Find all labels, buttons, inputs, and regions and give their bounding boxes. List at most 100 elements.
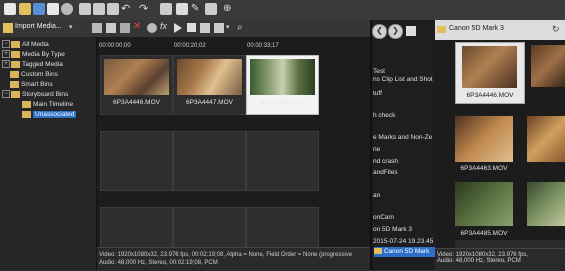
explorer-tree: Test ns Clip List and Shot tuff h check … [370,20,438,270]
save-icon[interactable] [33,3,45,15]
forward-button[interactable]: ❯ [388,24,403,39]
explorer-item[interactable]: onCam [373,214,437,221]
back-button[interactable]: ❮ [372,24,387,39]
explorer-item[interactable]: on 5D Mark 3 [373,226,437,233]
media-clip-selected[interactable]: 6P3A4463.MOV [246,55,319,115]
tree-item-label: Media By Type [22,51,65,58]
open-folder-icon[interactable] [19,3,31,15]
file-thumbnail[interactable] [527,116,565,162]
explorer-item[interactable]: andFiles [373,169,437,176]
stop-icon[interactable] [187,23,196,32]
up-folder-icon[interactable] [406,26,416,36]
play-icon[interactable] [174,23,182,33]
folder-icon [11,40,20,48]
folder-icon [437,26,446,33]
tree-item-smart-bins[interactable]: Smart Bins [10,80,53,90]
media-fx-icon[interactable]: fx [160,21,167,31]
tree-item-storyboard-bins[interactable]: − Storyboard Bins [2,90,68,100]
paste-icon[interactable] [107,3,119,15]
explorer-item-label: Canon 5D Mark [383,248,430,255]
views-dropdown-icon[interactable]: ▾ [226,23,230,31]
explorer-item[interactable]: e Marks and Non-Ze [373,134,437,141]
tree-item-unassociated[interactable]: Unassociated [22,110,77,120]
expand-icon[interactable]: + [2,50,10,59]
file-thumbnail[interactable] [531,45,565,87]
views-icon[interactable] [214,23,224,33]
remove-icon[interactable]: ✕ [133,21,141,32]
folder-icon [11,50,20,58]
import-media-button[interactable]: Import Media... [15,23,62,30]
timecode: 00:00:20;02 [174,43,206,49]
undo-icon[interactable]: ↶ [121,3,133,15]
tree-item-custom-bins[interactable]: Custom Bins [10,70,58,80]
explorer-item[interactable]: 2015-07-24 19.23.45 [373,238,437,245]
tree-item-main-timeline[interactable]: Main Timeline [22,100,73,110]
get-media-icon[interactable] [106,23,116,33]
settings-gear-icon[interactable] [61,3,73,15]
empty-slot[interactable] [246,131,319,191]
empty-slot[interactable] [173,131,246,191]
properties-icon[interactable] [147,23,157,33]
tree-item-all-media[interactable]: − All Media [2,40,49,50]
path-bar: Canon 5D Mark 3 ↻ [435,20,565,40]
explorer-item-selected[interactable]: Canon 5D Mark [374,247,438,257]
media-status-bar: Video: 1920x1080x32, 23.976 fps, 00:02:1… [97,247,370,271]
empty-slot[interactable] [100,131,173,191]
capture-icon[interactable] [92,23,102,33]
empty-slot[interactable] [173,207,246,249]
project-media-toolbar: Import Media... ▾ ✕ fx ▾ ⌕ [0,20,370,38]
explorer-item[interactable]: an [373,192,437,199]
burn-icon[interactable] [120,23,130,33]
storyboard-icon [22,110,31,118]
explorer-item[interactable]: tuff [373,90,437,97]
timecode: 00:00:00;00 [99,43,131,49]
import-dropdown-icon[interactable]: ▾ [69,23,73,31]
auto-preview-icon[interactable] [200,23,210,33]
clip-name: 6P3A4447.MOV [186,99,233,106]
render-icon[interactable] [47,3,59,15]
storyboard-icon [22,100,31,108]
zoom-tool-icon[interactable]: ⊕ [223,3,235,15]
folder-icon [374,248,382,255]
explorer-item[interactable]: ne [373,146,437,153]
new-project-icon[interactable] [4,3,16,15]
main-toolbar: ↶ ↷ ✎ ⊕ [0,0,565,21]
selection-tool-icon[interactable] [205,3,217,15]
audio-info: Audio: 48,000 Hz, Stereo, PCM [437,258,521,264]
expand-icon[interactable]: − [2,90,10,99]
tree-item-label: Main Timeline [33,101,74,108]
file-browser: 6P3A4446.MOV 6P3A4463.MOV 6P3A4485.MOV V… [435,40,565,271]
clip-thumbnail [104,59,169,95]
import-folder-icon [3,23,13,33]
refresh-icon[interactable]: ↻ [552,24,560,35]
cut-icon[interactable] [79,3,91,15]
explorer-item[interactable]: nd crash [373,158,437,165]
edit-tool-icon[interactable] [176,3,188,15]
search-icon[interactable]: ⌕ [237,22,243,33]
expand-icon[interactable]: + [2,60,10,69]
file-item-selected[interactable]: 6P3A4446.MOV [455,42,525,104]
redo-icon[interactable]: ↷ [139,3,151,15]
folder-icon [10,80,19,88]
file-name: 6P3A4485.MOV [460,230,508,237]
media-clip[interactable]: 6P3A4446.MOV [100,55,173,115]
file-thumbnail[interactable] [455,116,513,162]
explorer-item[interactable]: ns Clip List and Shot [373,76,437,83]
file-thumbnail[interactable] [455,182,513,226]
explorer-item[interactable]: h check [373,112,437,119]
file-name: 6P3A4463.MOV [460,165,508,172]
file-thumbnail[interactable] [527,182,565,226]
explorer-item[interactable]: Test [373,68,437,75]
clip-name: 6P3A4463.MOV [259,99,306,106]
empty-slot[interactable] [246,207,319,249]
folder-icon [11,90,20,98]
media-clip[interactable]: 6P3A4447.MOV [173,55,246,115]
copy-icon[interactable] [93,3,105,15]
empty-slot[interactable] [100,207,173,249]
tree-item-tagged-media[interactable]: + Tagged Media [2,60,63,70]
path-text[interactable]: Canon 5D Mark 3 [449,25,504,32]
expand-icon[interactable]: − [2,40,10,49]
snapping-icon[interactable] [160,3,172,15]
tree-item-media-by-type[interactable]: + Media By Type [2,50,65,60]
envelope-tool-icon[interactable]: ✎ [191,3,203,15]
